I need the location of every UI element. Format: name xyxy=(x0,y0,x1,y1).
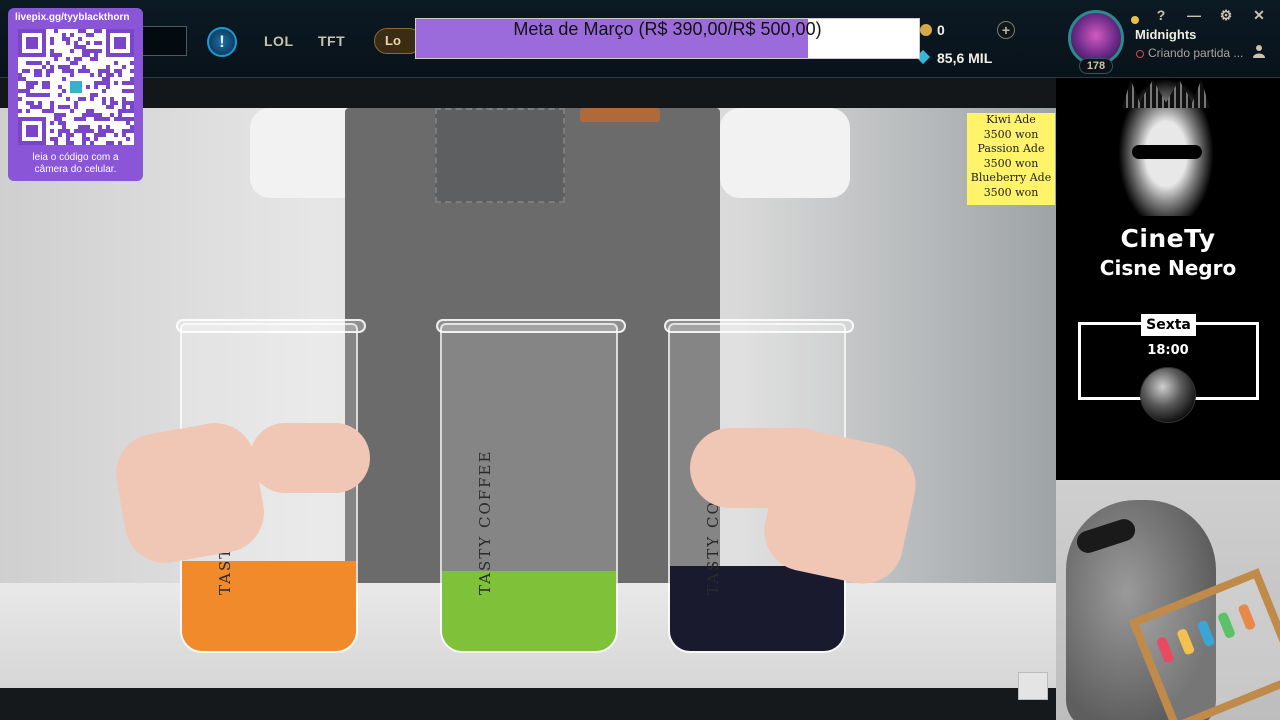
tab-tft[interactable]: TFT xyxy=(318,33,345,49)
cup-rim xyxy=(176,319,366,333)
qr-caption-line: leia o código com a xyxy=(32,152,119,163)
info-icon[interactable]: ! xyxy=(207,27,237,57)
watermark-logo-icon xyxy=(1018,672,1048,700)
video-frame: Kiwi Ade 3500 won Passion Ade 3500 won B… xyxy=(0,108,1056,688)
add-currency-button[interactable]: + xyxy=(997,21,1015,39)
green-drink xyxy=(442,571,616,651)
cup-rim xyxy=(664,319,854,333)
abacus-bead xyxy=(1237,603,1257,631)
settings-button[interactable]: ⚙ xyxy=(1218,7,1234,24)
abacus-bead xyxy=(1196,619,1216,648)
donation-goal-bar: Meta de Março (R$ 390,00/R$ 500,00) xyxy=(415,18,920,59)
friends-icon[interactable] xyxy=(1252,44,1266,58)
qr-caption-line: câmera do celular. xyxy=(34,164,117,175)
minimize-button[interactable]: — xyxy=(1186,7,1202,23)
profile-name: Midnights xyxy=(1135,27,1197,42)
donation-qr-card: livepix.gg/tyyblackthorn leia o código c… xyxy=(8,8,143,181)
stream-overlay: ! LOL TFT Lo 0 + 85,6 MIL 178 Midnights … xyxy=(0,0,1280,720)
price-line: 3500 won xyxy=(983,185,1039,199)
cup-brand-text: TASTY COFFEE xyxy=(476,449,494,595)
host-avatar xyxy=(1140,367,1196,423)
cup-green: TASTY COFFEE xyxy=(436,319,626,653)
dark-drink xyxy=(670,566,844,651)
help-button[interactable]: ? xyxy=(1153,7,1169,23)
profile-status: Criando partida ... xyxy=(1136,46,1243,60)
qr-caption: leia o código com a câmera do celular. xyxy=(8,152,143,176)
price-line: 3500 won xyxy=(983,156,1039,170)
video-bottom-bar xyxy=(0,688,1056,720)
schedule-brand: CineTy xyxy=(1120,224,1216,253)
close-button[interactable]: ✕ xyxy=(1251,7,1267,24)
left-fingers xyxy=(250,423,370,493)
coin-balance: 0 xyxy=(937,22,945,38)
qr-code-icon xyxy=(18,29,134,145)
video-player[interactable]: Kiwi Ade 3500 won Passion Ade 3500 won B… xyxy=(0,78,1056,720)
abacus-bead xyxy=(1216,611,1237,640)
status-indicator-icon xyxy=(1136,49,1144,58)
orange-drink xyxy=(182,561,356,651)
price-line: Blueberry Ade xyxy=(970,171,1052,184)
schedule-time: 18:00 xyxy=(1147,343,1189,358)
price-note: Kiwi Ade 3500 won Passion Ade 3500 won B… xyxy=(967,113,1055,205)
schedule-day: Sexta xyxy=(1141,314,1196,336)
donation-goal-label: Meta de Março (R$ 390,00/R$ 500,00) xyxy=(513,19,822,39)
price-line: Passion Ade xyxy=(977,142,1045,155)
tab-lol[interactable]: LOL xyxy=(264,33,294,49)
abacus-bead xyxy=(1155,636,1175,664)
price-line: Kiwi Ade xyxy=(986,113,1036,126)
cup-rim xyxy=(436,319,626,333)
essence-balance: 85,6 MIL xyxy=(937,50,993,66)
notification-dot xyxy=(1131,16,1139,24)
right-sleeve xyxy=(720,108,850,198)
abacus-bead xyxy=(1176,627,1196,656)
apron-pocket xyxy=(435,108,565,203)
price-line: 3500 won xyxy=(983,127,1039,141)
raccoon-cam xyxy=(1056,480,1280,720)
coin-icon xyxy=(920,24,932,36)
schedule-movie-title: Cisne Negro xyxy=(1099,256,1237,280)
eye-makeup-graphic xyxy=(1132,145,1202,159)
apron-tag xyxy=(580,108,660,122)
level-badge: 178 xyxy=(1079,58,1113,74)
donation-url: livepix.gg/tyyblackthorn xyxy=(15,12,130,23)
profile-status-text: Criando partida ... xyxy=(1148,46,1244,60)
